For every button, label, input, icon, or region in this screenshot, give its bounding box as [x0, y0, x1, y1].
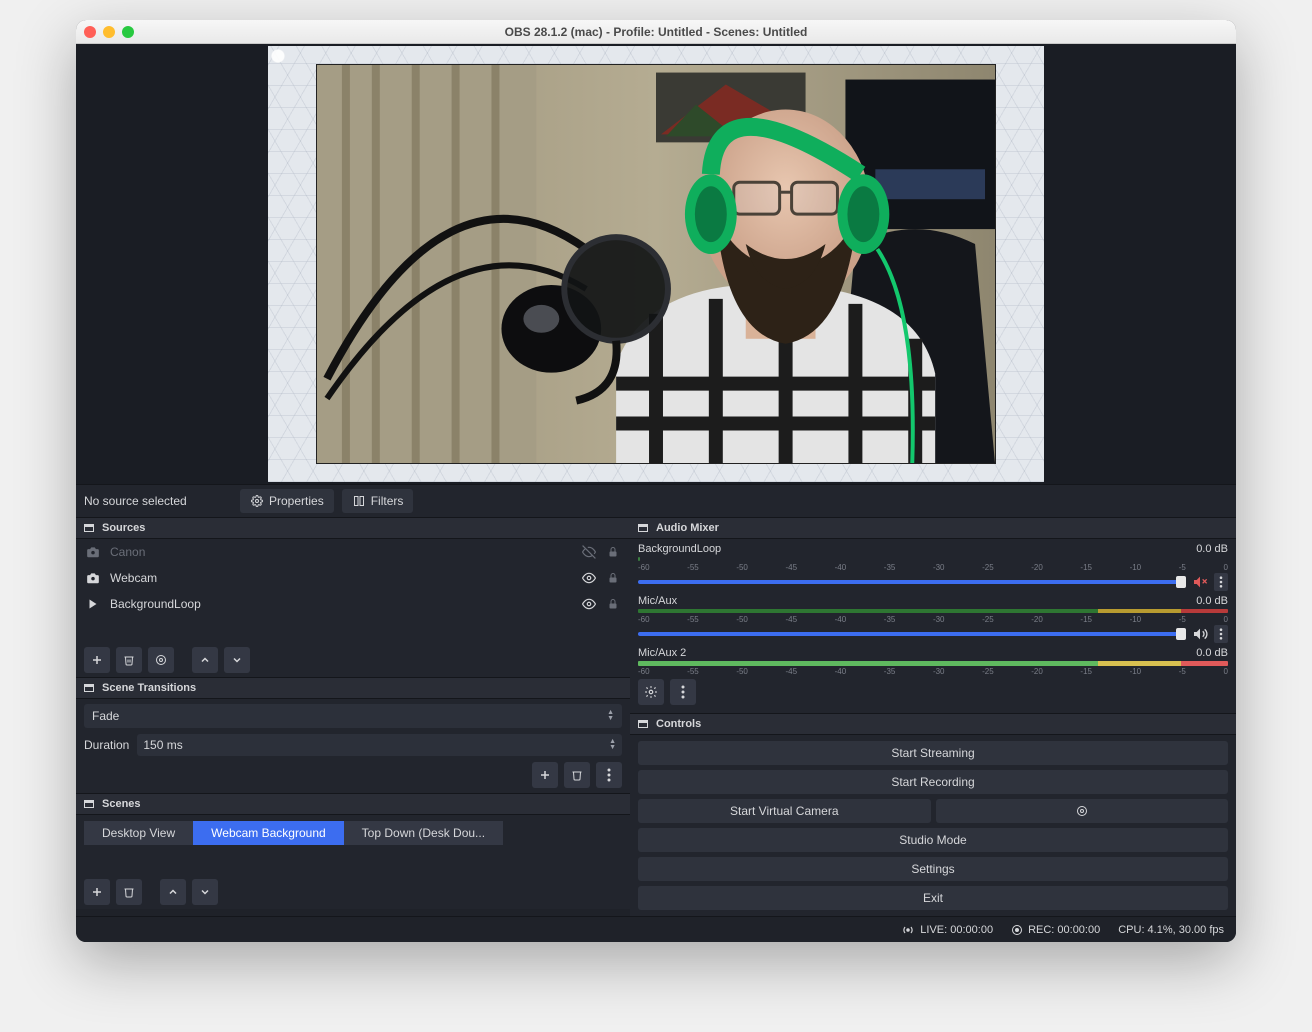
audio-mixer-menu-button[interactable] [670, 679, 696, 705]
preview-canvas[interactable] [268, 46, 1044, 482]
status-live: LIVE: 00:00:00 [901, 923, 993, 937]
transition-menu-button[interactable] [596, 762, 622, 788]
broadcast-icon [901, 923, 915, 937]
audio-meter: -60-55-50-45-40-35-30-25-20-15-10-50 [638, 661, 1228, 675]
add-source-button[interactable] [84, 647, 110, 673]
eye-icon[interactable] [582, 597, 596, 611]
dock-icon [636, 717, 650, 731]
duration-input[interactable]: 150 ms ▲▼ [137, 734, 622, 756]
start-virtual-camera-button[interactable]: Start Virtual Camera [638, 799, 931, 823]
audio-track-name: BackgroundLoop [638, 543, 721, 555]
dock-icon [82, 681, 96, 695]
filters-label: Filters [371, 494, 404, 508]
source-item[interactable]: Webcam [76, 565, 630, 591]
properties-button[interactable]: Properties [240, 489, 334, 513]
add-scene-button[interactable] [84, 879, 110, 905]
move-up-button[interactable] [192, 647, 218, 673]
status-cpu: CPU: 4.1%, 30.00 fps [1118, 924, 1224, 936]
volume-slider[interactable] [638, 580, 1186, 584]
audio-mixer-body: BackgroundLoop 0.0 dB -60-55-50-45-40-35… [630, 539, 1236, 713]
scenes-toolbar [76, 875, 630, 909]
dock-icon [82, 521, 96, 535]
filters-icon [352, 494, 366, 508]
lock-icon[interactable] [606, 545, 620, 559]
controls-header[interactable]: Controls [630, 713, 1236, 735]
move-down-button[interactable] [224, 647, 250, 673]
audio-meter: -60-55-50-45-40-35-30-25-20-15-10-50 [638, 609, 1228, 623]
record-icon [1011, 924, 1023, 936]
source-properties-button[interactable] [148, 647, 174, 673]
duration-label: Duration [84, 738, 129, 752]
audio-track-menu-button[interactable] [1214, 573, 1228, 591]
audio-track-menu-button[interactable] [1214, 625, 1228, 643]
speaker-muted-icon[interactable] [1192, 574, 1208, 590]
minimize-icon[interactable] [103, 26, 115, 38]
audio-track-name: Mic/Aux [638, 595, 677, 607]
filters-button[interactable]: Filters [342, 489, 414, 513]
sources-toolbar [76, 643, 630, 677]
scene-tab[interactable]: Top Down (Desk Dou... [344, 821, 503, 845]
audio-track: BackgroundLoop 0.0 dB -60-55-50-45-40-35… [638, 543, 1228, 591]
scenes-header[interactable]: Scenes [76, 793, 630, 815]
add-transition-button[interactable] [532, 762, 558, 788]
chevron-updown-icon[interactable]: ▲▼ [609, 739, 616, 751]
exit-button[interactable]: Exit [638, 886, 1228, 910]
app-window: OBS 28.1.2 (mac) - Profile: Untitled - S… [76, 20, 1236, 942]
remove-source-button[interactable] [116, 647, 142, 673]
eye-off-icon[interactable] [582, 545, 596, 559]
scene-tab[interactable]: Desktop View [84, 821, 193, 845]
volume-slider[interactable] [638, 632, 1186, 636]
status-rec: REC: 00:00:00 [1011, 924, 1100, 936]
studio-mode-button[interactable]: Studio Mode [638, 828, 1228, 852]
gear-icon [250, 494, 264, 508]
transitions-body: Fade ▲▼ Duration 150 ms ▲▼ [76, 699, 630, 793]
titlebar: OBS 28.1.2 (mac) - Profile: Untitled - S… [76, 20, 1236, 44]
chevron-updown-icon: ▲▼ [607, 710, 614, 722]
maximize-icon[interactable] [122, 26, 134, 38]
settings-button[interactable]: Settings [638, 857, 1228, 881]
transitions-header[interactable]: Scene Transitions [76, 677, 630, 699]
audio-track-db: 0.0 dB [1196, 595, 1228, 607]
lock-icon[interactable] [606, 571, 620, 585]
webcam-preview [316, 64, 996, 464]
source-item[interactable]: Canon [76, 539, 630, 565]
close-icon[interactable] [84, 26, 96, 38]
camera-icon [86, 545, 100, 559]
move-scene-up-button[interactable] [160, 879, 186, 905]
sources-list: Canon Webcam [76, 539, 630, 643]
preview-area[interactable] [76, 44, 1236, 484]
dock-icon [82, 797, 96, 811]
advanced-audio-button[interactable] [638, 679, 664, 705]
audio-track-db: 0.0 dB [1196, 647, 1228, 659]
transition-select[interactable]: Fade ▲▼ [84, 704, 622, 728]
remove-scene-button[interactable] [116, 879, 142, 905]
start-streaming-button[interactable]: Start Streaming [638, 741, 1228, 765]
sources-header[interactable]: Sources [76, 517, 630, 539]
speaker-icon[interactable] [1192, 626, 1208, 642]
audio-track: Mic/Aux 0.0 dB -60-55-50-45-40-35-30-25-… [638, 595, 1228, 643]
audio-track: Mic/Aux 2 0.0 dB -60-55-50-45-40-35-30-2… [638, 647, 1228, 675]
controls-body: Start Streaming Start Recording Start Vi… [630, 735, 1236, 916]
virtual-camera-settings-button[interactable] [936, 799, 1229, 823]
camera-icon [86, 571, 100, 585]
no-source-label: No source selected [84, 494, 232, 508]
dock-icon [636, 521, 650, 535]
audio-mixer-header[interactable]: Audio Mixer [630, 517, 1236, 539]
start-recording-button[interactable]: Start Recording [638, 770, 1228, 794]
audio-track-db: 0.0 dB [1196, 543, 1228, 555]
audio-track-name: Mic/Aux 2 [638, 647, 686, 659]
scene-tab[interactable]: Webcam Background [193, 821, 344, 845]
audio-meter: -60-55-50-45-40-35-30-25-20-15-10-50 [638, 557, 1228, 571]
move-scene-down-button[interactable] [192, 879, 218, 905]
scenes-body: Desktop View Webcam Background Top Down … [76, 815, 630, 875]
eye-icon[interactable] [582, 571, 596, 585]
lock-icon[interactable] [606, 597, 620, 611]
source-info-bar: No source selected Properties Filters [76, 484, 1236, 517]
remove-transition-button[interactable] [564, 762, 590, 788]
statusbar: LIVE: 00:00:00 REC: 00:00:00 CPU: 4.1%, … [76, 916, 1236, 942]
play-icon [86, 597, 100, 611]
properties-label: Properties [269, 494, 324, 508]
window-title: OBS 28.1.2 (mac) - Profile: Untitled - S… [76, 25, 1236, 39]
source-item[interactable]: BackgroundLoop [76, 591, 630, 617]
